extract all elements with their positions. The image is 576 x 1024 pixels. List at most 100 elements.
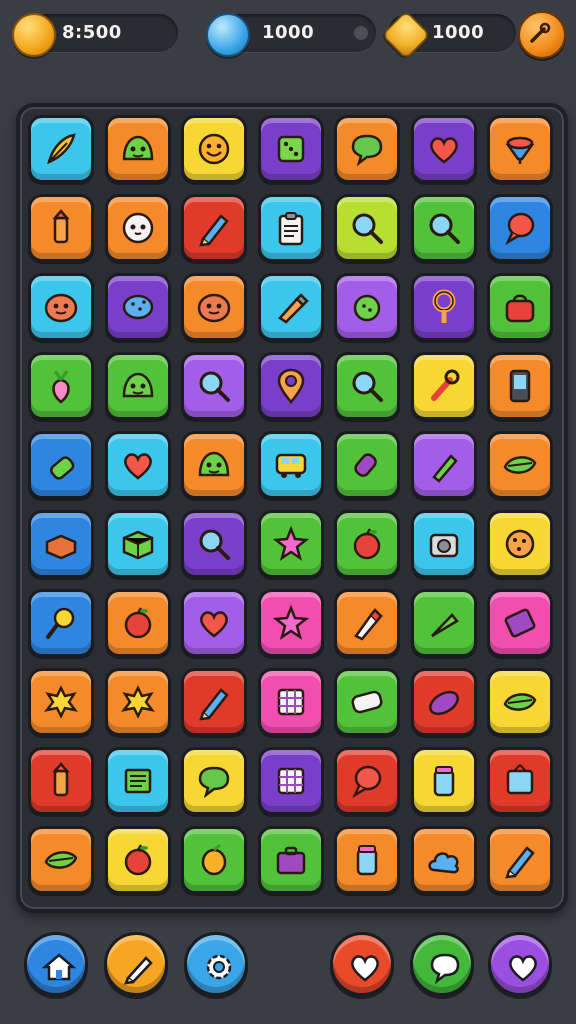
board-tile[interactable] <box>181 115 247 183</box>
board-tile[interactable] <box>334 194 400 262</box>
drop-counter: 1000 <box>206 13 376 57</box>
coin-counter: 8:500 <box>12 13 178 57</box>
favorites-button[interactable] <box>330 932 394 996</box>
board-tile[interactable] <box>257 510 324 578</box>
board-tile[interactable] <box>334 747 400 815</box>
gem-icon <box>381 10 431 60</box>
board-tile[interactable] <box>104 273 171 341</box>
board-tile[interactable] <box>410 510 477 578</box>
board-tile[interactable] <box>181 668 247 736</box>
tools-button[interactable] <box>518 11 566 59</box>
board-tile[interactable] <box>410 115 477 183</box>
board-tile[interactable] <box>334 510 400 578</box>
board-tile[interactable] <box>257 115 324 183</box>
settings-button[interactable] <box>184 932 248 996</box>
board-tile[interactable] <box>257 431 324 499</box>
board-tile[interactable] <box>181 194 247 262</box>
board-tile[interactable] <box>181 826 247 894</box>
board-tile[interactable] <box>104 747 171 815</box>
board-tile[interactable] <box>410 273 477 341</box>
cube-icon <box>118 524 158 564</box>
board-tile[interactable] <box>257 826 324 894</box>
board-tile[interactable] <box>334 668 400 736</box>
apple-icon <box>347 524 387 564</box>
board-tile[interactable] <box>28 431 94 499</box>
board-tile[interactable] <box>28 115 94 183</box>
board-tile[interactable] <box>257 194 324 262</box>
jar-icon <box>424 761 464 801</box>
board-tile[interactable] <box>410 668 477 736</box>
brick-icon <box>41 524 81 564</box>
bottle-icon <box>41 445 81 485</box>
board-tile[interactable] <box>28 747 94 815</box>
board-tile[interactable] <box>410 589 477 657</box>
board-tile[interactable] <box>257 747 324 815</box>
frame-icon <box>500 761 540 801</box>
board-tile[interactable] <box>487 273 553 341</box>
board-tile[interactable] <box>28 510 94 578</box>
board-tile[interactable] <box>181 747 247 815</box>
board-tile[interactable] <box>181 431 247 499</box>
chat-button[interactable] <box>410 932 474 996</box>
grid-icon <box>271 682 311 722</box>
paint-tube-icon <box>271 287 311 327</box>
board-tile[interactable] <box>410 194 477 262</box>
board-tile[interactable] <box>334 826 400 894</box>
board-tile[interactable] <box>487 352 553 420</box>
board-tile[interactable] <box>410 747 477 815</box>
board-tile[interactable] <box>104 510 171 578</box>
heart-icon <box>424 129 464 169</box>
board-tile[interactable] <box>104 589 171 657</box>
board-tile[interactable] <box>487 431 553 499</box>
board-tile[interactable] <box>28 194 94 262</box>
board-tile[interactable] <box>181 510 247 578</box>
board-tile[interactable] <box>181 273 247 341</box>
board-tile[interactable] <box>487 194 553 262</box>
board-tile[interactable] <box>28 273 94 341</box>
board-tile[interactable] <box>334 431 400 499</box>
board-tile[interactable] <box>104 194 171 262</box>
board-tile[interactable] <box>334 115 400 183</box>
board-tile[interactable] <box>104 668 171 736</box>
water-drop-icon <box>206 13 250 57</box>
board-tile[interactable] <box>487 115 553 183</box>
board-tile[interactable] <box>104 826 171 894</box>
board-tile[interactable] <box>487 510 553 578</box>
board-tile[interactable] <box>410 826 477 894</box>
add-drops-icon[interactable] <box>354 26 368 40</box>
board-tile[interactable] <box>28 668 94 736</box>
board-tile[interactable] <box>487 668 553 736</box>
board-tile[interactable] <box>28 826 94 894</box>
board-tile[interactable] <box>257 273 324 341</box>
balloon-icon <box>347 761 387 801</box>
jar-icon <box>347 840 387 880</box>
board-tile[interactable] <box>257 668 324 736</box>
board-tile[interactable] <box>334 352 400 420</box>
balloon-icon <box>500 208 540 248</box>
board-tile[interactable] <box>257 352 324 420</box>
radish-icon <box>41 366 81 406</box>
board-tile[interactable] <box>487 747 553 815</box>
board-tile[interactable] <box>487 826 553 894</box>
board-tile[interactable] <box>410 431 477 499</box>
board-tile[interactable] <box>104 115 171 183</box>
cloud-icon <box>424 840 464 880</box>
mango-icon <box>194 840 234 880</box>
board-tile[interactable] <box>487 589 553 657</box>
home-button[interactable] <box>24 932 88 996</box>
board-tile[interactable] <box>104 352 171 420</box>
like-button[interactable] <box>488 932 552 996</box>
wrench-icon <box>530 22 551 43</box>
board-tile[interactable] <box>410 352 477 420</box>
board-tile[interactable] <box>181 352 247 420</box>
board-tile[interactable] <box>28 352 94 420</box>
board-tile[interactable] <box>334 589 400 657</box>
board-tile[interactable] <box>28 589 94 657</box>
board-tile[interactable] <box>257 589 324 657</box>
magnifier-icon <box>194 524 234 564</box>
board-tile[interactable] <box>334 273 400 341</box>
draw-button[interactable] <box>104 932 168 996</box>
pencil-icon <box>500 840 540 880</box>
board-tile[interactable] <box>181 589 247 657</box>
board-tile[interactable] <box>104 431 171 499</box>
